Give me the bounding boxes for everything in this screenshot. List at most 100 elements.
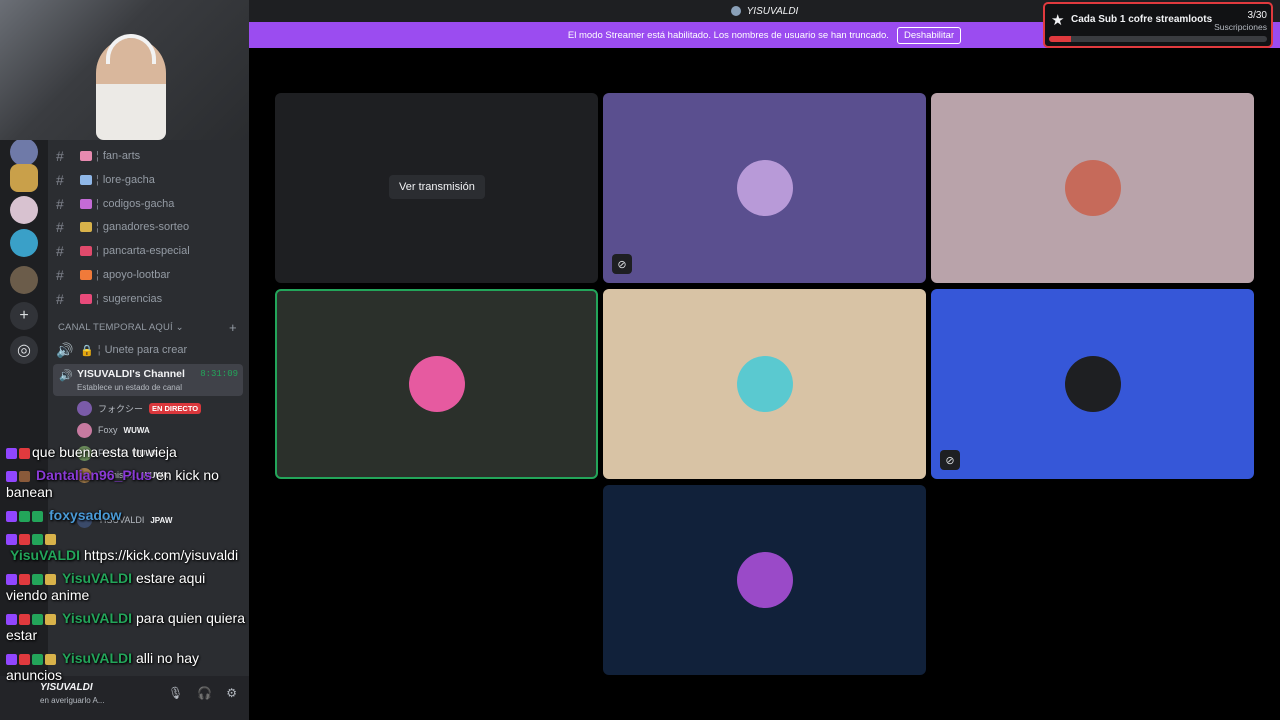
avatar (736, 160, 793, 216)
chat-badge-icon (6, 613, 17, 625)
streamloots-widget: ★ Cada Sub 1 cofre streamloots 3/30 Susc… (1043, 2, 1273, 48)
chat-username: YisuVALDI (10, 547, 81, 563)
channel-emoji-icon (80, 293, 92, 304)
chat-badge-icon (19, 533, 30, 545)
voice-user-name: フォクシー (98, 403, 144, 414)
channel-emoji-icon (80, 151, 92, 161)
star-icon: ★ (1051, 12, 1065, 29)
server-icon[interactable] (10, 266, 38, 294)
voice-participant-tile[interactable] (603, 289, 926, 479)
voice-participant-tile[interactable] (603, 485, 926, 675)
channel-codigos-gacha[interactable]: # ¦ codigos-gacha (56, 193, 174, 215)
voice-participant-tile[interactable]: ⊘ (603, 93, 926, 283)
chat-badge-icon (19, 470, 30, 482)
voice-participant-tile[interactable]: Ver transmisión (275, 93, 598, 283)
chat-badge-icon (6, 533, 17, 545)
channel-label: pancarta-especial (102, 245, 190, 258)
chat-message: YisuVALDI alli no hay anuncios (6, 650, 246, 684)
hash-icon: # (56, 267, 64, 283)
chat-badge-icon (45, 653, 56, 665)
disable-streamer-mode-button[interactable]: Deshabilitar (896, 26, 962, 44)
chat-badge-icon (6, 653, 17, 665)
chat-badge-icon (32, 573, 43, 585)
hash-icon: # (56, 290, 64, 307)
channel-ganadores-sorteo[interactable]: # ¦ ganadores-sorteo (56, 216, 189, 238)
avatar (1064, 356, 1121, 412)
chat-badge-icon (45, 533, 56, 545)
channel-lore-gacha[interactable]: # ¦ lore-gacha (56, 169, 155, 191)
server-icon[interactable] (10, 138, 38, 166)
chat-username: YisuVALDI (62, 650, 133, 666)
chat-username: foxysadow (49, 507, 122, 523)
chat-badge-icon (45, 573, 56, 585)
chat-badge-icon (19, 573, 30, 585)
voice-user-tag: WUWA (123, 425, 150, 435)
chat-message: Dantalian96_Plus en kick no banean (6, 467, 246, 501)
chat-message: foxysadow (6, 507, 246, 524)
streamloots-sub-label: Suscripciones (1214, 22, 1267, 32)
watch-stream-button[interactable]: Ver transmisión (389, 175, 485, 199)
channel-label: lore-gacha (102, 173, 155, 186)
avatar (77, 400, 92, 416)
channel-emoji-icon (80, 198, 92, 209)
channel-apoyo-lootbar[interactable]: # ¦ apoyo-lootbar (56, 264, 170, 286)
server-icon[interactable] (10, 229, 38, 257)
voice-participant-tile[interactable]: ⊘ (931, 289, 1254, 479)
streamloots-count: 3/30 (1247, 10, 1267, 21)
chat-message: YisuVALDI estare aqui viendo anime (6, 570, 246, 604)
channel-pancarta-especial[interactable]: # ¦ pancarta-especial (56, 240, 190, 262)
channel-fan-arts[interactable]: # ¦ fan-arts (56, 145, 140, 167)
chat-username: YisuVALDI (62, 570, 133, 586)
server-icon[interactable] (10, 196, 38, 224)
chat-message: YisuVALDI para quien quiera estar (6, 610, 246, 644)
chat-username: Dantalian96_Plus (36, 467, 152, 483)
server-avatar-icon (730, 6, 741, 16)
chat-badge-icon (32, 613, 43, 625)
server-icon[interactable] (10, 164, 38, 192)
webcam-overlay (0, 0, 249, 140)
hash-icon: # (56, 243, 64, 260)
voice-create-channel[interactable]: 🔊 🔒 ¦ Unete para crear (56, 339, 187, 361)
voice-channel-active[interactable]: 🔊 YISUVALDI's Channel Establece un estad… (53, 364, 243, 396)
channel-emoji-icon (80, 270, 92, 280)
voice-user-name: Foxy (98, 425, 118, 435)
voice-user[interactable]: Foxy WUWA (77, 421, 150, 439)
voice-channel-name: YISUVALDI's Channel (77, 368, 185, 380)
window-title: YISUVALDI (746, 5, 799, 17)
channel-label: sugerencias (102, 292, 163, 305)
voice-user[interactable]: フォクシー EN DIRECTO (77, 399, 202, 417)
avatar (1064, 160, 1121, 216)
chat-badge-icon (19, 613, 30, 625)
channel-label: fan-arts (102, 150, 141, 162)
chat-badge-icon (19, 510, 30, 522)
voice-participant-tile[interactable] (275, 289, 598, 479)
channel-label: apoyo-lootbar (102, 269, 171, 281)
speaker-icon: 🔊 (59, 370, 73, 382)
chat-username: YisuVALDI (62, 610, 133, 626)
channel-sugerencias[interactable]: # ¦ sugerencias (56, 288, 162, 310)
voice-participant-tile[interactable] (931, 93, 1254, 283)
muted-icon: ⊘ (940, 450, 960, 470)
chat-badge-icon (45, 613, 56, 625)
add-server-icon[interactable]: + (10, 302, 38, 330)
explore-servers-icon[interactable]: ◎ (10, 336, 38, 364)
streamloots-progress-fill (1049, 36, 1071, 42)
chat-badge-icon (32, 533, 43, 545)
streamloots-label: Cada Sub 1 cofre streamloots (1071, 14, 1213, 25)
hash-icon: # (56, 171, 64, 188)
channel-label: ganadores-sorteo (102, 221, 190, 234)
chat-text: que buena esta tu vieja (32, 444, 177, 460)
add-channel-icon[interactable]: + (229, 320, 237, 335)
hash-icon: # (56, 219, 64, 236)
avatar (736, 356, 793, 412)
chat-badge-icon (6, 447, 17, 459)
chat-text: https://kick.com/yisuvaldi (84, 547, 239, 563)
channel-emoji-icon (80, 246, 92, 257)
voice-timer: 8:31:09 (200, 369, 238, 379)
lock-icon: 🔒 (80, 344, 94, 357)
category-header[interactable]: CANAL TEMPORAL AQUÍ ⌄ (58, 322, 184, 333)
voice-channel-status[interactable]: Establece un estado de canal (77, 383, 182, 392)
chat-badge-icon (6, 470, 17, 482)
headphones-icon (106, 34, 156, 64)
chat-badge-icon (32, 510, 43, 522)
